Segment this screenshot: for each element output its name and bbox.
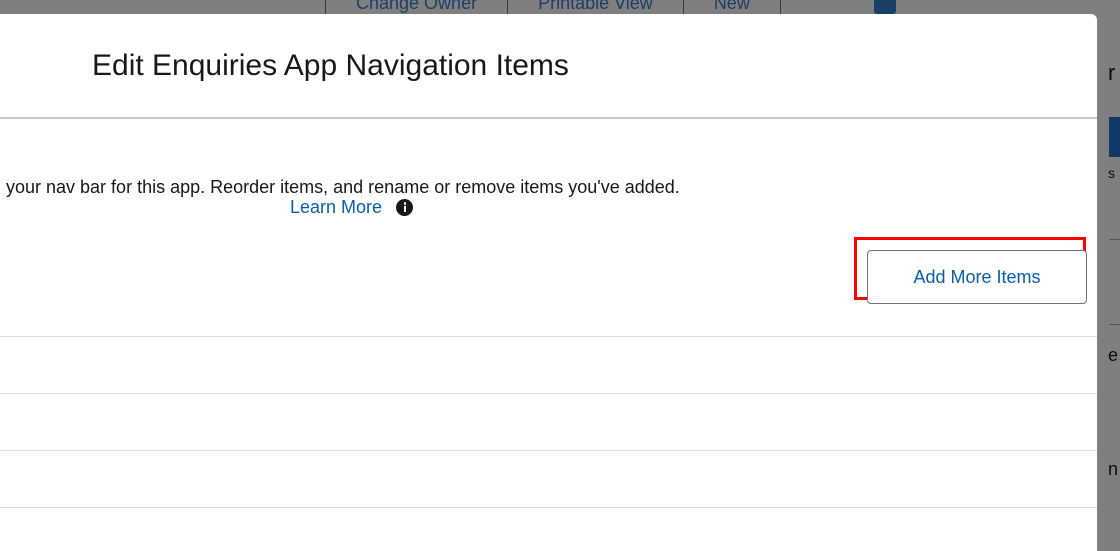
new-button: New (682, 0, 781, 14)
info-icon[interactable] (396, 199, 414, 216)
nav-item-row[interactable] (0, 336, 1097, 393)
nav-item-row[interactable] (0, 450, 1097, 507)
learn-more-row: Learn More (290, 197, 414, 218)
modal-title: Edit Enquiries App Navigation Items (92, 49, 569, 82)
nav-item-row[interactable] (0, 507, 1097, 551)
background-divider (1109, 324, 1120, 325)
printable-view-button: Printable View (507, 0, 683, 14)
modal-header: Edit Enquiries App Navigation Items (0, 14, 1097, 119)
nav-items-list (0, 336, 1097, 551)
learn-more-link[interactable]: Learn More (290, 197, 382, 218)
background-page-edge: r s e n (1097, 14, 1120, 551)
change-owner-button: Change Owner (325, 0, 507, 14)
background-text-fragment: e (1108, 345, 1119, 365)
background-text-fragment: n (1108, 459, 1119, 479)
background-check-icon (1109, 117, 1120, 157)
background-text-fragment: s (1108, 165, 1115, 181)
screen: Change Owner Printable View New r s e n … (0, 0, 1120, 551)
background-dropdown-button (874, 0, 896, 14)
background-toolbar: Change Owner Printable View New (325, 0, 781, 14)
background-text-fragment: r (1108, 60, 1116, 85)
add-more-items-button[interactable]: Add More Items (867, 250, 1087, 304)
background-divider (1109, 239, 1120, 240)
modal-description: your nav bar for this app. Reorder items… (6, 177, 680, 197)
nav-item-row[interactable] (0, 393, 1097, 450)
edit-navigation-modal: Edit Enquiries App Navigation Items your… (0, 14, 1097, 551)
